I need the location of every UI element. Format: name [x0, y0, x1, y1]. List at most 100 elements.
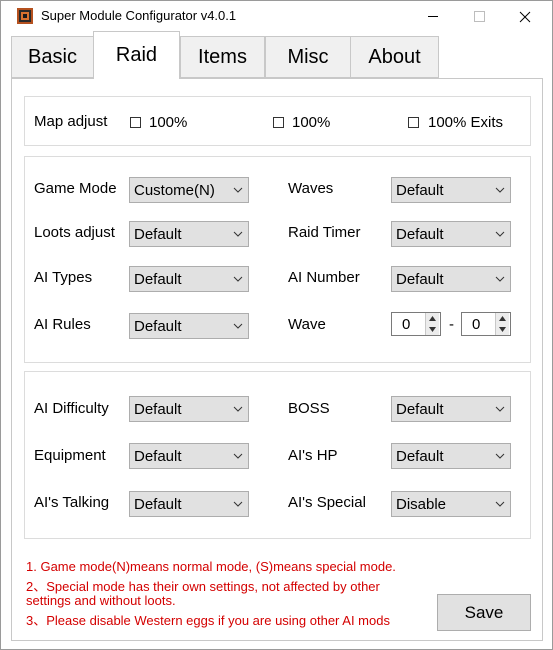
caret-up-icon	[499, 316, 506, 321]
map-adjust-checkbox-1[interactable]	[130, 117, 141, 128]
boss-select[interactable]: Default	[391, 396, 511, 422]
ai-number-label: AI Number	[288, 269, 360, 286]
maximize-button[interactable]	[456, 1, 502, 32]
minimize-button[interactable]	[410, 1, 456, 32]
ai-difficulty-select[interactable]: Default	[129, 396, 249, 422]
wave-max-stepper[interactable]: 0	[461, 312, 511, 336]
caret-down-icon	[499, 327, 506, 332]
ai-special-label: AI's Special	[288, 494, 366, 511]
map-adjust-label: Map adjust	[34, 113, 108, 130]
raid-timer-label: Raid Timer	[288, 224, 361, 241]
wave-range-separator: -	[449, 316, 454, 333]
ai-difficulty-label: AI Difficulty	[34, 400, 109, 417]
caret-up-icon	[429, 316, 436, 321]
tab-about[interactable]: About	[350, 36, 439, 78]
save-button-label: Save	[464, 602, 504, 622]
map-adjust-option-1-label: 100%	[149, 114, 188, 131]
equipment-select[interactable]: Default	[129, 443, 249, 469]
game-mode-value: Custome(N)	[134, 182, 215, 199]
ai-hp-label: AI's HP	[288, 447, 338, 464]
tab-raid[interactable]: Raid	[93, 31, 180, 79]
title-bar: Super Module Configurator v4.0.1	[1, 1, 552, 32]
spin-down-button[interactable]	[426, 324, 439, 335]
raid-settings-group: Game Mode Custome(N) Waves Default Loots…	[24, 156, 531, 363]
chevron-down-icon	[495, 453, 505, 459]
map-adjust-checkbox-2[interactable]	[273, 117, 284, 128]
boss-value: Default	[396, 401, 444, 418]
tab-raid-label: Raid	[115, 44, 158, 66]
caret-down-icon	[429, 327, 436, 332]
ai-types-select[interactable]: Default	[129, 266, 249, 292]
ai-difficulty-value: Default	[134, 401, 182, 418]
ai-rules-label: AI Rules	[34, 316, 91, 333]
ai-hp-value: Default	[396, 448, 444, 465]
window-title: Super Module Configurator v4.0.1	[41, 8, 237, 23]
ai-types-label: AI Types	[34, 269, 93, 286]
chevron-down-icon	[495, 276, 505, 282]
game-mode-select[interactable]: Custome(N)	[129, 177, 249, 203]
raid-timer-value: Default	[396, 226, 444, 243]
note-line-3: settings and without loots.	[26, 593, 176, 608]
close-icon	[519, 11, 531, 22]
maximize-icon	[473, 11, 485, 22]
wave-min-spin-buttons	[425, 313, 440, 335]
note-line-4: 3、Please disable Western eggs if you are…	[26, 613, 390, 628]
wave-max-value: 0	[472, 316, 481, 333]
app-window: Super Module Configurator v4.0.1 Basic R…	[0, 0, 553, 650]
wave-min-value: 0	[402, 316, 411, 333]
ai-rules-value: Default	[134, 318, 182, 335]
close-button[interactable]	[502, 1, 548, 32]
map-adjust-option-2-label: 100%	[292, 114, 331, 131]
minimize-icon	[428, 16, 438, 17]
chevron-down-icon	[233, 187, 243, 193]
chevron-down-icon	[233, 323, 243, 329]
ai-settings-group: AI Difficulty Default BOSS Default Equip…	[24, 371, 531, 539]
wave-max-spin-buttons	[495, 313, 510, 335]
wave-label: Wave	[288, 316, 326, 333]
wave-min-stepper[interactable]: 0	[391, 312, 441, 336]
tab-misc[interactable]: Misc	[265, 36, 351, 78]
ai-hp-select[interactable]: Default	[391, 443, 511, 469]
ai-types-value: Default	[134, 271, 182, 288]
ai-number-select[interactable]: Default	[391, 266, 511, 292]
waves-label: Waves	[288, 180, 334, 197]
chevron-down-icon	[233, 501, 243, 507]
map-adjust-option-3-label: 100% Exits	[428, 114, 504, 131]
chevron-down-icon	[233, 453, 243, 459]
game-mode-label: Game Mode	[34, 180, 117, 197]
ai-talking-select[interactable]: Default	[129, 491, 249, 517]
tab-basic[interactable]: Basic	[11, 36, 94, 78]
chevron-down-icon	[495, 501, 505, 507]
chevron-down-icon	[233, 231, 243, 237]
loots-adjust-value: Default	[134, 226, 182, 243]
chevron-down-icon	[233, 406, 243, 412]
chevron-down-icon	[495, 231, 505, 237]
tab-about-label: About	[368, 45, 421, 68]
chevron-down-icon	[495, 187, 505, 193]
ai-special-select[interactable]: Disable	[391, 491, 511, 517]
app-icon	[17, 8, 33, 24]
tab-basic-label: Basic	[28, 45, 77, 68]
save-button[interactable]: Save	[437, 594, 531, 631]
spin-down-button[interactable]	[496, 324, 509, 335]
tab-items[interactable]: Items	[180, 36, 265, 78]
boss-label: BOSS	[288, 400, 330, 417]
equipment-label: Equipment	[34, 447, 106, 464]
tab-misc-label: Misc	[287, 45, 329, 68]
raid-timer-select[interactable]: Default	[391, 221, 511, 247]
waves-value: Default	[396, 182, 444, 199]
ai-talking-value: Default	[134, 496, 182, 513]
tab-items-label: Items	[198, 45, 247, 68]
note-line-1: 1. Game mode(N)means normal mode, (S)mea…	[26, 559, 396, 574]
ai-number-value: Default	[396, 271, 444, 288]
map-adjust-checkbox-3[interactable]	[408, 117, 419, 128]
raid-tab-panel: Map adjust 100% 100% 100% Exits Game Mod…	[11, 78, 543, 641]
loots-adjust-select[interactable]: Default	[129, 221, 249, 247]
chevron-down-icon	[233, 276, 243, 282]
loots-adjust-label: Loots adjust	[34, 224, 115, 241]
ai-special-value: Disable	[396, 496, 447, 513]
map-adjust-group: Map adjust 100% 100% 100% Exits	[24, 96, 531, 146]
ai-rules-select[interactable]: Default	[129, 313, 249, 339]
waves-select[interactable]: Default	[391, 177, 511, 203]
chevron-down-icon	[495, 406, 505, 412]
